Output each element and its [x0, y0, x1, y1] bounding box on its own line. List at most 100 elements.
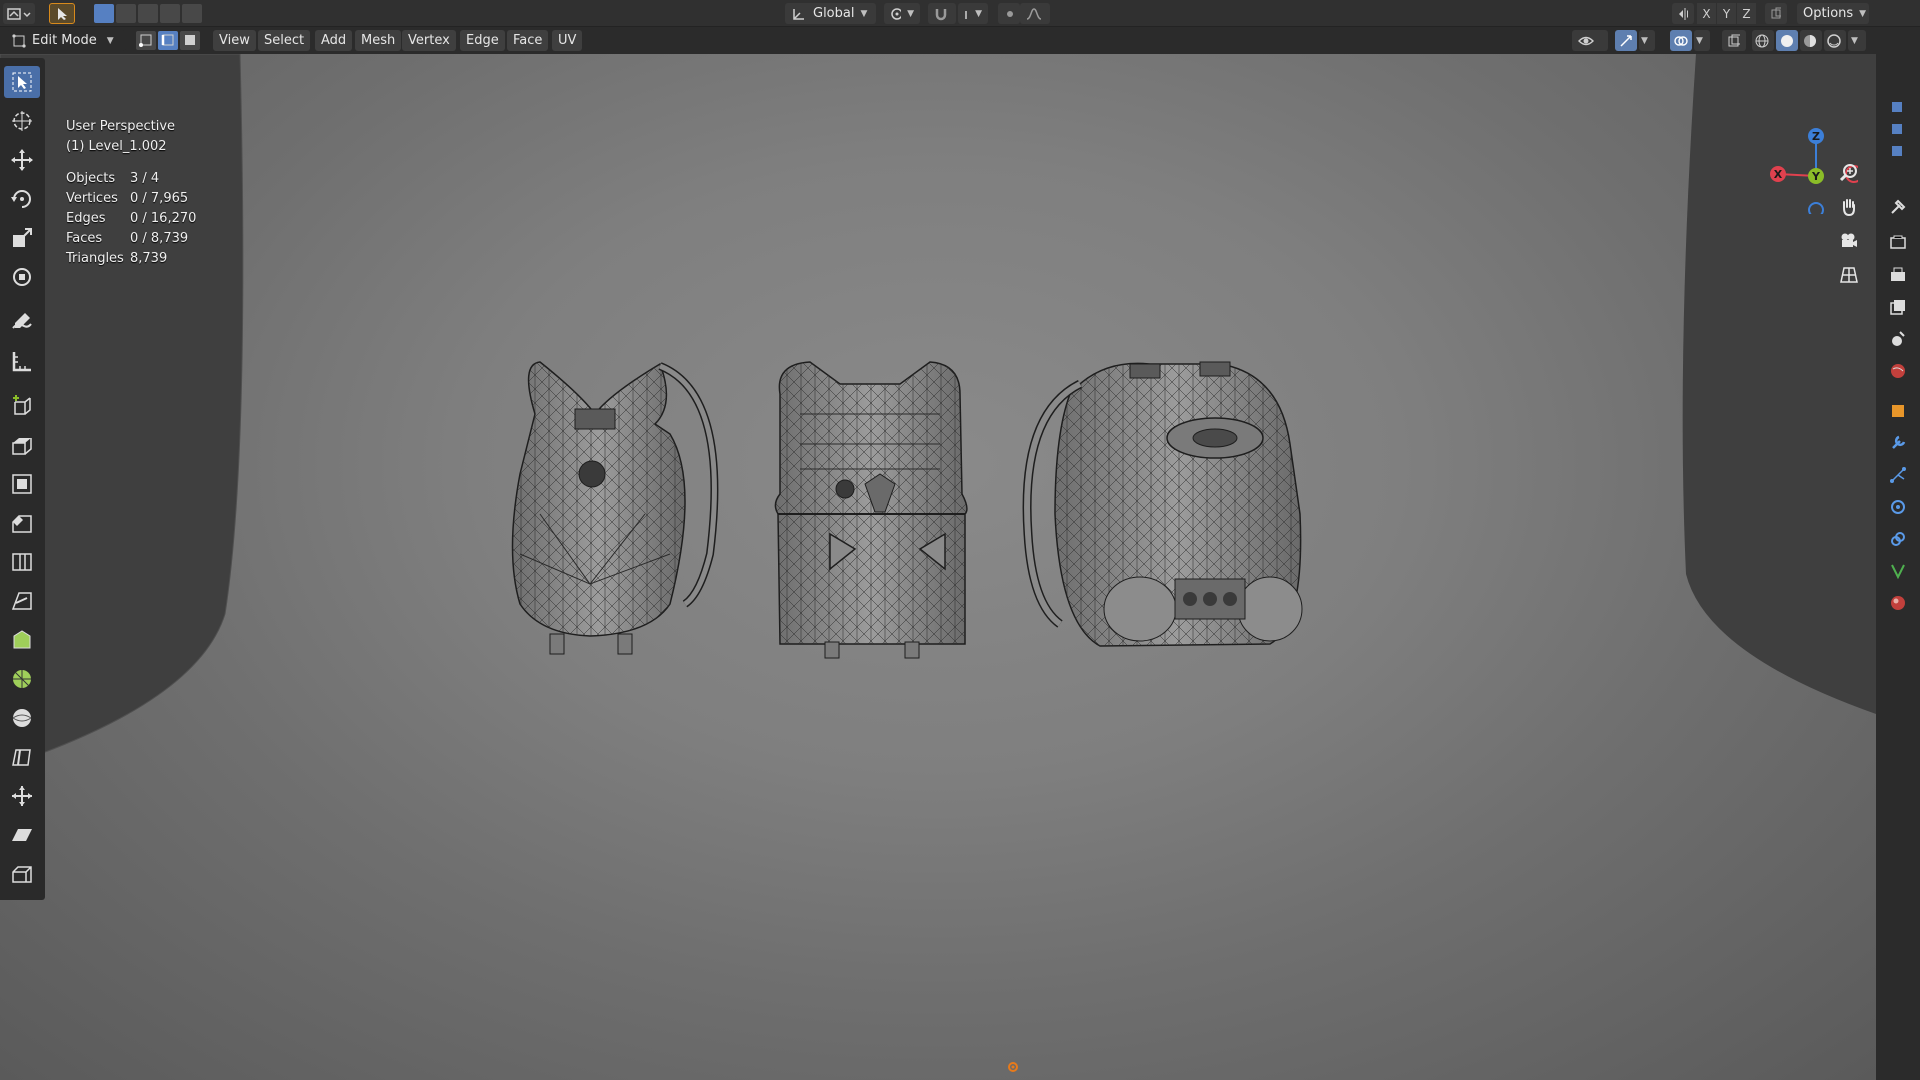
backpack-meshes[interactable] [500, 354, 1350, 674]
menu-edge[interactable]: Edge [460, 30, 505, 51]
menu-add[interactable]: Add [315, 30, 353, 51]
tool-measure[interactable] [4, 345, 40, 377]
mirror-z-toggle[interactable]: Z [1737, 3, 1756, 24]
menu-view[interactable]: View [213, 30, 256, 51]
tool-move[interactable] [4, 144, 40, 176]
select-invert-button[interactable] [160, 4, 180, 23]
backpack-mesh-2[interactable] [774, 361, 968, 659]
menu-mesh[interactable]: Mesh [355, 30, 402, 51]
tool-smooth[interactable] [4, 702, 40, 734]
options-dropdown[interactable]: Options ▼ [1797, 3, 1869, 24]
chevron-down-icon: ▼ [1859, 8, 1867, 19]
mirror-x-toggle[interactable]: X [1697, 3, 1716, 24]
tab-scene[interactable] [1888, 329, 1908, 349]
auto-merge-toggle[interactable] [1765, 3, 1787, 24]
outliner-row-icon-1[interactable] [1888, 97, 1908, 117]
tool-annotate[interactable] [4, 306, 40, 338]
options-label: Options [1803, 6, 1854, 21]
menu-vertex[interactable]: Vertex [402, 30, 456, 51]
tool-rip[interactable] [4, 858, 40, 890]
select-intersect-button[interactable] [182, 4, 202, 23]
chevron-down-icon: ▼ [1641, 35, 1648, 46]
visibility-dropdown[interactable] [1572, 30, 1608, 51]
falloff-dropdown[interactable] [1020, 3, 1050, 24]
edge-select-mode-button[interactable] [158, 31, 178, 50]
rendered-shading-button[interactable] [1824, 30, 1846, 51]
gizmo-toggle[interactable] [1615, 30, 1637, 51]
ortho-toggle-button[interactable] [1834, 260, 1864, 290]
vertex-select-mode-button[interactable] [136, 31, 156, 50]
tool-inset[interactable] [4, 468, 40, 500]
tab-data[interactable] [1888, 561, 1908, 581]
backpack-mesh-3[interactable] [1022, 361, 1303, 647]
camera-icon [1841, 233, 1857, 247]
xray-toggle[interactable] [1722, 30, 1746, 51]
3d-viewport[interactable]: User Perspective (1) Level_1.002 Objects… [0, 54, 1876, 1080]
material-preview-button[interactable] [1800, 30, 1822, 51]
tool-shrink-fatten[interactable] [4, 780, 40, 812]
pivot-point-dropdown[interactable]: ▼ [884, 3, 920, 24]
tool-cursor[interactable] [4, 105, 40, 137]
tool-rotate[interactable] [4, 183, 40, 215]
tab-particles[interactable] [1888, 465, 1908, 485]
tab-material[interactable] [1888, 593, 1908, 613]
gizmo-neg-z-axis[interactable] [1808, 202, 1824, 214]
interaction-mode-dropdown[interactable]: Edit Mode ▼ [6, 30, 126, 51]
solid-shading-button[interactable] [1776, 30, 1798, 51]
tab-tool[interactable] [1888, 197, 1908, 217]
tool-spin[interactable] [4, 663, 40, 695]
gizmo-dropdown[interactable]: ▼ [1639, 30, 1655, 51]
pan-button[interactable] [1834, 192, 1864, 222]
overlays-dropdown[interactable]: ▼ [1694, 30, 1710, 51]
wireframe-shading-button[interactable] [1752, 30, 1774, 51]
camera-view-button[interactable] [1834, 226, 1864, 256]
select-subtract-button[interactable] [138, 4, 158, 23]
tab-physics[interactable] [1888, 497, 1908, 517]
outliner-row-icon-2[interactable] [1888, 119, 1908, 139]
transform-orientation-dropdown[interactable]: Global ▼ [785, 3, 876, 24]
tool-loop-cut[interactable] [4, 546, 40, 578]
mirror-options-button[interactable] [1672, 3, 1694, 24]
tab-constraints[interactable] [1888, 529, 1908, 549]
tweak-tool-button[interactable] [49, 3, 75, 24]
face-select-icon [185, 35, 195, 45]
tool-scale[interactable] [4, 222, 40, 254]
menu-uv[interactable]: UV [552, 30, 583, 51]
tool-select-box[interactable] [4, 66, 40, 98]
backpack-mesh-1[interactable] [511, 361, 719, 655]
knife-icon [11, 592, 32, 610]
tool-edge-slide[interactable] [4, 741, 40, 773]
zoom-button[interactable] [1834, 158, 1864, 188]
tab-modifiers[interactable] [1888, 433, 1908, 453]
material-sphere-icon [1804, 34, 1816, 47]
outliner-row-icon-3[interactable] [1888, 141, 1908, 161]
select-set-new-button[interactable] [94, 4, 114, 23]
tool-add-cube[interactable] [4, 390, 40, 422]
menu-face[interactable]: Face [507, 30, 549, 51]
snap-target-dropdown[interactable]: ▼ [958, 3, 988, 24]
snap-toggle[interactable] [928, 3, 956, 24]
mirror-y-toggle[interactable]: Y [1717, 3, 1736, 24]
editor-type-button[interactable] [3, 3, 35, 24]
tool-transform[interactable] [4, 261, 40, 293]
tab-view-layer[interactable] [1888, 297, 1908, 317]
data-icon [1891, 564, 1905, 580]
select-extend-button[interactable] [116, 4, 136, 23]
pivot-icon [891, 7, 902, 20]
face-select-mode-button[interactable] [180, 31, 200, 50]
tool-shear[interactable] [4, 819, 40, 851]
menu-select[interactable]: Select [258, 30, 311, 51]
tool-extrude[interactable] [4, 429, 40, 461]
tab-render[interactable] [1888, 233, 1908, 253]
tab-world[interactable] [1888, 361, 1908, 381]
tab-object[interactable] [1888, 401, 1908, 421]
tool-poly-build[interactable] [4, 624, 40, 656]
tab-output[interactable] [1888, 265, 1908, 285]
tool-knife[interactable] [4, 585, 40, 617]
select-box-icon [12, 72, 32, 92]
proportional-edit-toggle[interactable] [998, 3, 1020, 24]
overlays-toggle[interactable] [1670, 30, 1692, 51]
shading-dropdown[interactable]: ▼ [1848, 30, 1866, 51]
bevel-icon [12, 515, 32, 533]
tool-bevel[interactable] [4, 507, 40, 539]
